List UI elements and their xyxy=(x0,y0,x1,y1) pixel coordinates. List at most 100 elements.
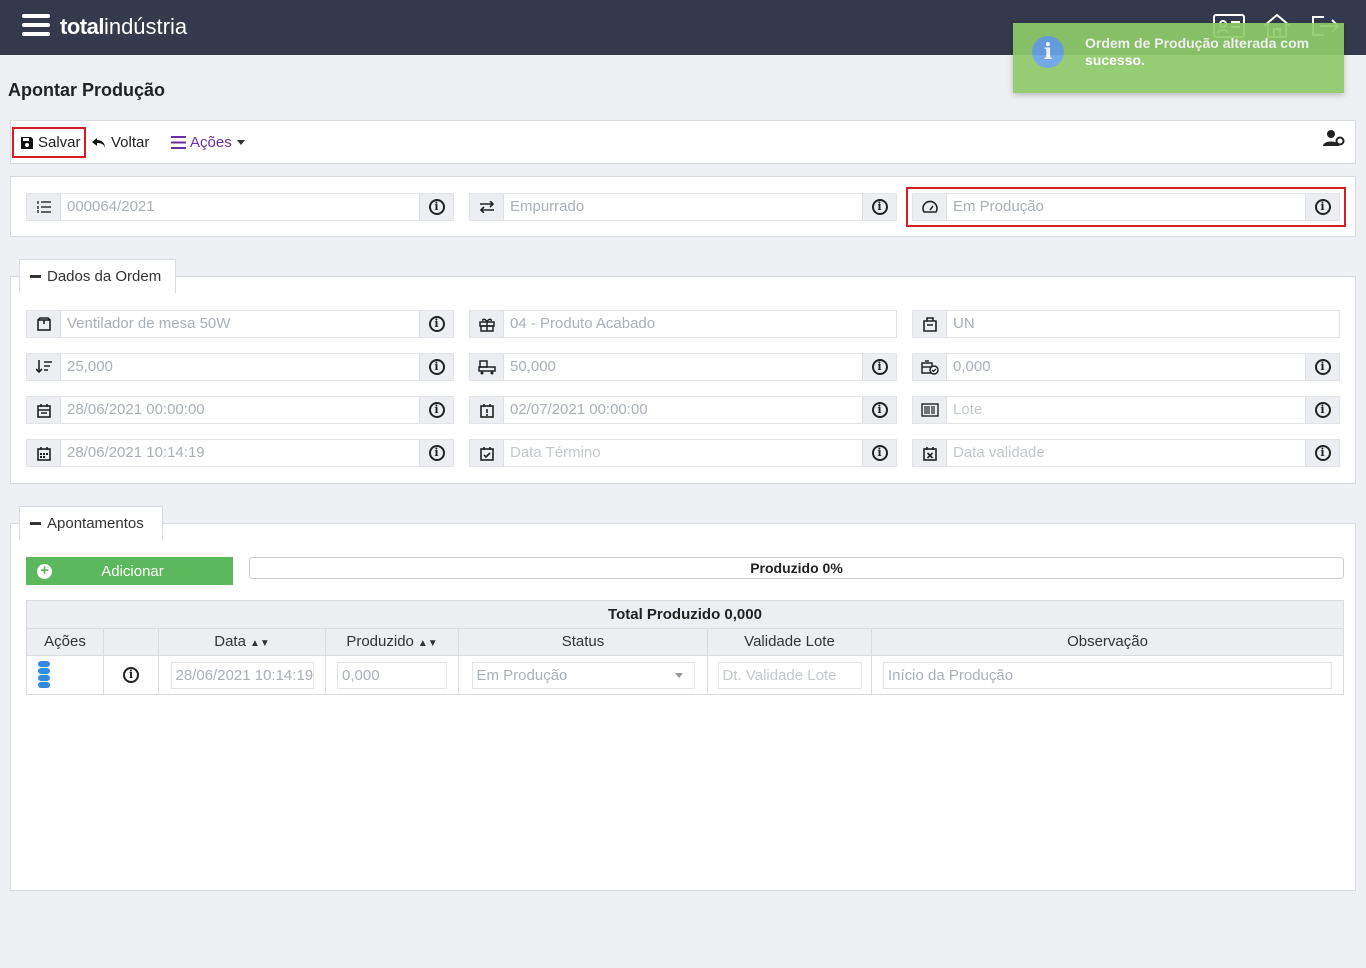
info-icon: i xyxy=(1314,402,1331,418)
exchange-arrows-icon xyxy=(470,194,504,220)
caret-down-icon xyxy=(236,139,245,145)
order-type-field[interactable]: Empurrado i xyxy=(469,193,897,221)
info-icon: i xyxy=(871,199,888,215)
page-title: Apontar Produção xyxy=(8,80,166,100)
column-header-status: Status xyxy=(459,629,708,655)
due-date-field[interactable]: 02/07/2021 00:00:00 i xyxy=(469,396,897,424)
product-field[interactable]: Ventilador de mesa 50W i xyxy=(26,310,454,338)
started-at-field[interactable]: 28/06/2021 10:14:19 i xyxy=(26,439,454,467)
capacity-quantity-field[interactable]: 50,000 i xyxy=(469,353,897,381)
gift-box-icon xyxy=(470,311,504,337)
order-data-title: Dados da Ordem xyxy=(47,268,162,285)
plus-circle-icon: + xyxy=(37,563,52,579)
table-header: Ações Data ▲▼ Produzido ▲▼ Status Validade… xyxy=(27,629,1343,656)
info-button[interactable]: i xyxy=(862,354,896,380)
order-type-value: Empurrado xyxy=(510,198,585,215)
info-button[interactable]: i xyxy=(419,354,453,380)
info-button[interactable]: i xyxy=(1305,397,1339,423)
row-observation-input[interactable]: Início da Produção xyxy=(883,661,1332,689)
column-header-info xyxy=(104,629,159,655)
started-at-value: 28/06/2021 10:14:19 xyxy=(67,444,205,461)
row-date-input[interactable]: 28/06/2021 10:14:19 xyxy=(170,661,314,689)
order-number-field[interactable]: 000064/2021 i xyxy=(26,193,454,221)
add-label: Adicionar xyxy=(101,562,164,580)
start-date-field[interactable]: 28/06/2021 00:00:00 i xyxy=(26,396,454,424)
info-button[interactable]: i xyxy=(862,194,896,220)
order-status-value: Em Produção xyxy=(953,198,1044,215)
info-button[interactable]: i xyxy=(419,440,453,466)
floppy-disk-icon xyxy=(21,136,33,149)
info-icon: i xyxy=(1314,359,1331,375)
calendar-days-icon xyxy=(27,440,61,466)
success-toast[interactable]: i Ordem de Produção alterada com sucesso… xyxy=(1013,23,1344,93)
user-settings-icon[interactable] xyxy=(1323,129,1345,151)
info-button[interactable]: i xyxy=(1305,194,1339,220)
info-icon: i xyxy=(1314,445,1331,461)
calendar-x-icon xyxy=(913,440,947,466)
sort-amount-icon xyxy=(27,354,61,380)
info-icon: i xyxy=(871,402,888,418)
appointments-title: Apontamentos xyxy=(47,515,144,532)
column-header-lot-validity: Validade Lote xyxy=(708,629,872,655)
row-status-select[interactable]: Em Produção xyxy=(471,661,695,689)
due-date-value: 02/07/2021 00:00:00 xyxy=(510,401,648,418)
package-icon xyxy=(913,311,947,337)
save-button[interactable]: Salvar xyxy=(12,127,86,158)
stacked-menu-icon xyxy=(38,661,50,689)
end-date-input: Data Término xyxy=(510,444,601,461)
planned-quantity-field[interactable]: 25,000 i xyxy=(26,353,454,381)
row-produced-input[interactable]: 0,000 xyxy=(337,661,447,689)
info-button[interactable]: i xyxy=(862,440,896,466)
actions-dropdown[interactable]: Ações xyxy=(171,127,246,158)
calendar-icon xyxy=(27,397,61,423)
barcode-icon xyxy=(913,397,947,423)
collapse-icon xyxy=(30,275,41,278)
info-icon: i xyxy=(428,402,445,418)
capacity-quantity-value: 50,000 xyxy=(510,358,556,375)
info-icon: i xyxy=(1314,199,1331,215)
info-icon: i xyxy=(428,445,445,461)
info-icon: i xyxy=(871,359,888,375)
info-icon: i xyxy=(1032,36,1064,68)
row-lot-validity-input[interactable]: Dt. Validade Lote xyxy=(717,661,862,689)
calendar-check-icon xyxy=(470,440,504,466)
lot-field[interactable]: Lote i xyxy=(912,396,1340,424)
info-button[interactable]: i xyxy=(419,311,453,337)
row-info-button[interactable]: i xyxy=(104,656,159,694)
info-button[interactable]: i xyxy=(419,194,453,220)
start-date-value: 28/06/2021 00:00:00 xyxy=(67,401,205,418)
table-row: i 28/06/2021 10:14:19 0,000 Em Produção … xyxy=(27,656,1343,694)
sort-icon: ▲▼ xyxy=(249,638,270,649)
order-data-toggle[interactable]: Dados da Ordem xyxy=(19,259,176,293)
back-button[interactable]: Voltar xyxy=(91,127,149,158)
produced-quantity-field[interactable]: 0,000 i xyxy=(912,353,1340,381)
box-icon xyxy=(27,311,61,337)
product-type-value: 04 - Produto Acabado xyxy=(510,315,656,332)
info-button[interactable]: i xyxy=(1305,354,1339,380)
validity-date-field[interactable]: Data validade i xyxy=(912,439,1340,467)
product-type-field[interactable]: 04 - Produto Acabado xyxy=(469,310,897,338)
app-logo: totalindústria xyxy=(60,14,188,39)
appointments-toggle[interactable]: Apontamentos xyxy=(19,506,163,540)
toolbar: Salvar Voltar Ações xyxy=(10,120,1356,164)
collapse-icon xyxy=(30,522,41,525)
info-icon: i xyxy=(428,316,445,332)
menu-icon[interactable] xyxy=(22,14,50,38)
info-icon: i xyxy=(428,199,445,215)
column-header-date[interactable]: Data ▲▼ xyxy=(159,629,326,655)
row-actions-menu[interactable] xyxy=(27,656,104,694)
produced-quantity-value: 0,000 xyxy=(953,358,991,375)
end-date-field[interactable]: Data Término i xyxy=(469,439,897,467)
toast-message: Ordem de Produção alterada com sucesso. xyxy=(1085,35,1310,68)
caret-down-icon xyxy=(674,672,683,678)
order-status-field[interactable]: Em Produção i xyxy=(906,187,1346,227)
info-button[interactable]: i xyxy=(1305,440,1339,466)
unit-field[interactable]: UN xyxy=(912,310,1340,338)
info-button[interactable]: i xyxy=(862,397,896,423)
speedometer-icon xyxy=(913,194,947,220)
column-header-produced[interactable]: Produzido ▲▼ xyxy=(326,629,459,655)
unit-value: UN xyxy=(953,315,975,332)
list-ordered-icon xyxy=(27,194,61,220)
info-button[interactable]: i xyxy=(419,397,453,423)
add-appointment-button[interactable]: + Adicionar xyxy=(26,557,233,585)
